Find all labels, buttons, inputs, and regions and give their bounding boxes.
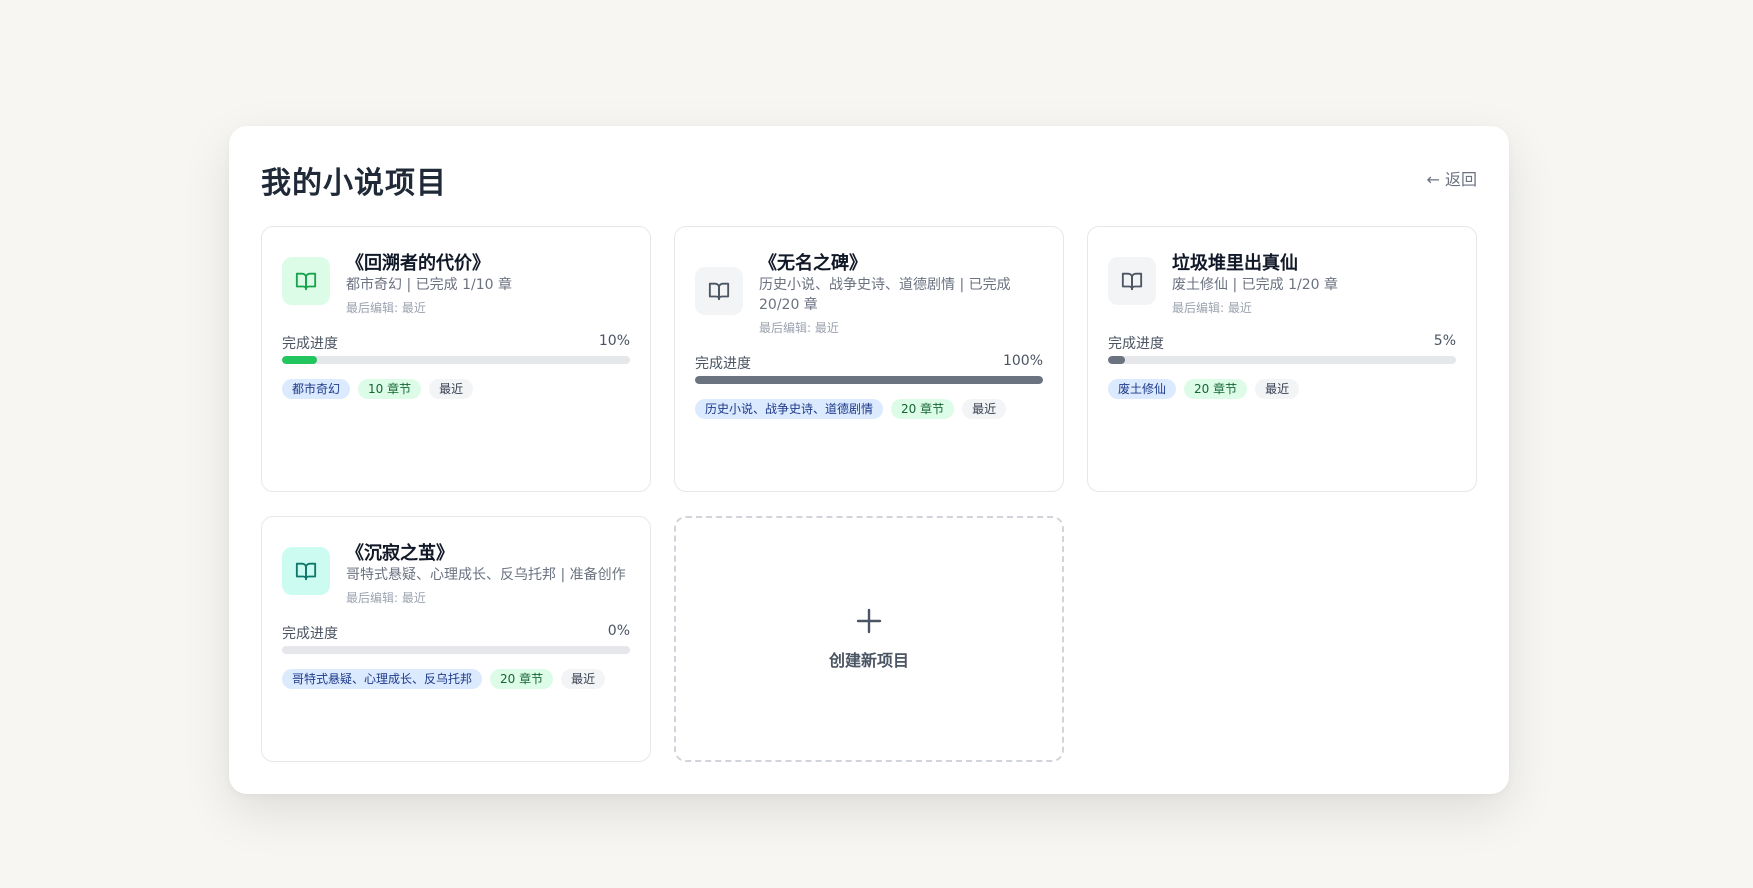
project-card[interactable]: 《沉寂之茧》 哥特式悬疑、心理成长、反乌托邦 | 准备创作 最后编辑: 最近 完… bbox=[261, 516, 651, 762]
genre-tag: 都市奇幻 bbox=[282, 379, 351, 399]
progress-fill bbox=[695, 376, 1043, 384]
create-project-label: 创建新项目 bbox=[828, 651, 909, 670]
book-open-icon bbox=[282, 547, 330, 595]
progress-fill bbox=[282, 356, 317, 364]
project-card[interactable]: 《无名之碑》 历史小说、战争史诗、道德剧情 | 已完成 20/20 章 最后编辑… bbox=[674, 226, 1064, 492]
project-title: 《沉寂之茧》 bbox=[346, 543, 454, 564]
project-title: 《回溯者的代价》 bbox=[346, 253, 490, 274]
last-edited: 最后编辑: 最近 bbox=[346, 591, 426, 605]
recent-tag: 最近 bbox=[962, 399, 1007, 419]
project-meta: 都市奇幻 | 已完成 1/10 章 bbox=[346, 277, 512, 293]
last-edited: 最后编辑: 最近 bbox=[1172, 301, 1252, 315]
last-edited: 最后编辑: 最近 bbox=[346, 301, 426, 315]
progress-label: 完成进度 bbox=[695, 356, 751, 372]
plus-icon bbox=[855, 607, 883, 639]
projects-panel: 我的小说项目 ← 返回 《回溯者的代价》 都市奇幻 | 已完成 1/10 章 最… bbox=[229, 126, 1509, 794]
progress-bar bbox=[1108, 356, 1456, 364]
progress-label: 完成进度 bbox=[1108, 336, 1164, 352]
tag-list: 历史小说、战争史诗、道德剧情 20 章节 最近 bbox=[695, 399, 1007, 419]
progress-value: 10% bbox=[598, 333, 630, 349]
genre-tag: 哥特式悬疑、心理成长、反乌托邦 bbox=[282, 669, 483, 689]
project-card[interactable]: 垃圾堆里出真仙 废土修仙 | 已完成 1/20 章 最后编辑: 最近 完成进度 … bbox=[1087, 226, 1477, 492]
project-title: 垃圾堆里出真仙 bbox=[1172, 253, 1298, 274]
book-open-icon bbox=[1108, 257, 1156, 305]
recent-tag: 最近 bbox=[1255, 379, 1300, 399]
progress-bar bbox=[282, 646, 630, 654]
create-project-button[interactable]: 创建新项目 bbox=[674, 516, 1064, 762]
genre-tag: 废土修仙 bbox=[1108, 379, 1177, 399]
chapters-tag: 20 章节 bbox=[490, 669, 554, 689]
genre-tag: 历史小说、战争史诗、道德剧情 bbox=[695, 399, 884, 419]
progress-label: 完成进度 bbox=[282, 626, 338, 642]
back-link[interactable]: ← 返回 bbox=[1427, 166, 1478, 190]
tag-list: 都市奇幻 10 章节 最近 bbox=[282, 379, 474, 399]
tag-list: 废土修仙 20 章节 最近 bbox=[1108, 379, 1300, 399]
chapters-tag: 20 章节 bbox=[1184, 379, 1248, 399]
project-card[interactable]: 《回溯者的代价》 都市奇幻 | 已完成 1/10 章 最后编辑: 最近 完成进度… bbox=[261, 226, 651, 492]
recent-tag: 最近 bbox=[561, 669, 606, 689]
chapters-tag: 10 章节 bbox=[358, 379, 422, 399]
project-title: 《无名之碑》 bbox=[759, 253, 867, 274]
project-meta: 历史小说、战争史诗、道德剧情 | 已完成 20/20 章 bbox=[759, 277, 1011, 313]
tag-list: 哥特式悬疑、心理成长、反乌托邦 20 章节 最近 bbox=[282, 669, 606, 689]
progress-bar bbox=[282, 356, 630, 364]
recent-tag: 最近 bbox=[429, 379, 474, 399]
progress-bar bbox=[695, 376, 1043, 384]
book-open-icon bbox=[282, 257, 330, 305]
progress-value: 0% bbox=[607, 623, 630, 639]
project-meta: 废土修仙 | 已完成 1/20 章 bbox=[1172, 277, 1338, 293]
progress-value: 5% bbox=[1433, 333, 1456, 349]
progress-label: 完成进度 bbox=[282, 336, 338, 352]
chapters-tag: 20 章节 bbox=[891, 399, 955, 419]
page-title: 我的小说项目 bbox=[261, 166, 447, 201]
progress-value: 100% bbox=[1002, 353, 1043, 369]
project-meta: 哥特式悬疑、心理成长、反乌托邦 | 准备创作 bbox=[346, 567, 626, 583]
last-edited: 最后编辑: 最近 bbox=[759, 321, 839, 335]
progress-fill bbox=[1108, 356, 1126, 364]
book-open-icon bbox=[695, 267, 743, 315]
